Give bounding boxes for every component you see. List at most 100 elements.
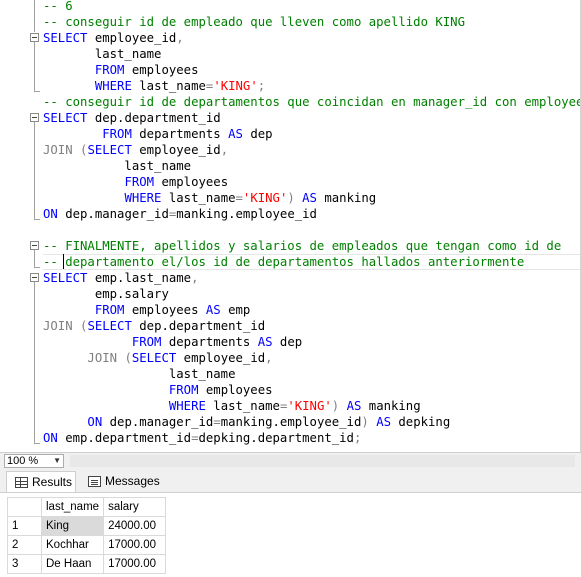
code-token: last_name xyxy=(43,367,236,381)
code-token: 'KING' xyxy=(287,399,332,413)
code-token: JOIN xyxy=(43,319,73,333)
editor-gutter xyxy=(0,0,42,452)
grid-icon xyxy=(15,477,28,488)
code-token: AS xyxy=(228,127,243,141)
code-line[interactable]: WHERE last_name='KING') AS manking xyxy=(43,398,421,414)
code-token: , xyxy=(220,143,229,157)
zoom-value: 100 % xyxy=(7,455,39,467)
outline-end xyxy=(34,443,40,444)
code-token: SELECT xyxy=(43,111,88,125)
tab-messages[interactable]: Messages xyxy=(80,471,160,492)
row-number[interactable]: 3 xyxy=(7,554,42,574)
code-line[interactable]: SELECT employee_id, xyxy=(43,30,184,46)
code-token: WHERE xyxy=(124,191,162,205)
table-row[interactable]: 1 King 24000.00 xyxy=(7,516,167,536)
code-token: dep.department_id xyxy=(131,319,266,333)
outline-end xyxy=(34,219,40,220)
code-line[interactable]: ON dep.manager_id=manking.employee_id xyxy=(43,206,317,222)
code-line[interactable]: last_name xyxy=(43,46,162,62)
code-token: -- conseguir id de departamentos que coi… xyxy=(43,95,581,109)
table-cell[interactable]: King xyxy=(40,516,105,536)
row-number-header[interactable] xyxy=(7,497,42,517)
code-token: employees xyxy=(124,63,199,77)
code-token: last_name xyxy=(43,159,192,173)
code-line[interactable]: ON dep.manager_id=manking.employee_id) A… xyxy=(43,414,450,430)
column-header[interactable]: last_name xyxy=(40,497,105,517)
code-token: manking.employee_id xyxy=(176,207,317,221)
code-token: dep.manager_id xyxy=(102,415,214,429)
code-token: ( xyxy=(117,351,132,365)
code-token: WHERE xyxy=(168,399,206,413)
table-row[interactable]: 2 Kochhar 17000.00 xyxy=(7,535,167,555)
code-line[interactable]: -- conseguir id de departamentos que coi… xyxy=(43,94,581,110)
query-editor[interactable]: -- 6 -- conseguir id de empleado que llev… xyxy=(0,0,581,452)
code-token: emp.department_id xyxy=(57,431,192,445)
row-number[interactable]: 1 xyxy=(7,516,42,536)
code-line[interactable]: FROM employees xyxy=(43,62,199,78)
table-cell[interactable]: 17000.00 xyxy=(103,554,167,574)
code-token: JOIN xyxy=(87,351,118,365)
code-line[interactable]: -- 6 xyxy=(43,0,73,14)
code-token: SELECT xyxy=(131,351,177,365)
code-token: employees xyxy=(124,303,206,317)
tab-results[interactable]: Results xyxy=(6,471,76,492)
code-token: employee_id xyxy=(87,31,177,45)
code-token: ( xyxy=(72,143,88,157)
code-line[interactable]: last_name xyxy=(43,366,236,382)
collapse-icon[interactable] xyxy=(30,241,39,250)
code-token: ) xyxy=(287,191,303,205)
code-line[interactable]: -- conseguir id de empleado que lleven c… xyxy=(43,14,465,30)
code-line[interactable]: FROM employees AS emp xyxy=(43,302,251,318)
collapse-icon[interactable] xyxy=(30,273,39,282)
code-token: departments xyxy=(131,127,229,141)
code-token: -- FINALMENTE, apellidos y salarios de e… xyxy=(43,239,562,253)
code-line[interactable]: -- departamento el/los id de departament… xyxy=(43,254,524,270)
code-token: manking xyxy=(361,399,421,413)
code-token: ON xyxy=(43,431,58,445)
collapse-icon[interactable] xyxy=(30,33,39,42)
code-line[interactable]: WHERE last_name='KING') AS manking xyxy=(43,190,376,206)
code-token: SELECT xyxy=(87,143,132,157)
collapse-icon[interactable] xyxy=(30,113,39,122)
row-number[interactable]: 2 xyxy=(7,535,42,555)
code-line[interactable]: last_name xyxy=(43,158,191,174)
table-row[interactable]: 3 De Haan 17000.00 xyxy=(7,554,167,574)
zoom-dropdown[interactable]: 100 % ▼ xyxy=(4,454,64,468)
code-line[interactable]: FROM employees xyxy=(43,174,228,190)
code-token: depking xyxy=(391,415,451,429)
code-line[interactable]: FROM departments AS dep xyxy=(43,334,302,350)
code-token: ( xyxy=(72,319,88,333)
code-line[interactable]: JOIN (SELECT employee_id, xyxy=(43,142,228,158)
table-cell[interactable]: De Haan xyxy=(40,554,105,574)
code-line[interactable]: FROM employees xyxy=(43,382,273,398)
horizontal-scrollbar[interactable] xyxy=(70,455,575,467)
code-line[interactable]: emp.salary xyxy=(43,286,169,302)
code-line[interactable]: ON emp.department_id=depking.department_… xyxy=(43,430,361,446)
code-token: AS xyxy=(376,415,391,429)
code-line[interactable]: SELECT dep.department_id xyxy=(43,110,221,126)
table-cell[interactable]: 24000.00 xyxy=(103,516,167,536)
code-token: FROM xyxy=(131,335,162,349)
code-token: employees xyxy=(154,175,229,189)
table-cell[interactable]: 17000.00 xyxy=(103,535,167,555)
code-line[interactable]: -- FINALMENTE, apellidos y salarios de e… xyxy=(43,238,561,254)
code-token: last_name xyxy=(131,79,206,93)
code-line[interactable]: FROM departments AS dep xyxy=(43,126,272,142)
code-token: FROM xyxy=(102,127,132,141)
code-line[interactable]: JOIN (SELECT dep.department_id xyxy=(43,318,265,334)
code-token: employee_id xyxy=(131,143,221,157)
results-grid[interactable]: last_name salary 1 King 24000.00 2 Kochh… xyxy=(7,497,167,574)
results-grid-panel: last_name salary 1 King 24000.00 2 Kochh… xyxy=(0,493,581,577)
code-line[interactable]: WHERE last_name='KING'; xyxy=(43,78,265,94)
code-token: JOIN xyxy=(43,143,73,157)
chevron-down-icon[interactable]: ▼ xyxy=(53,457,61,465)
table-cell[interactable]: Kochhar xyxy=(40,535,105,555)
code-line[interactable]: SELECT emp.last_name, xyxy=(43,270,198,286)
column-header[interactable]: salary xyxy=(103,497,167,517)
code-token: AS xyxy=(346,399,362,413)
code-line[interactable]: JOIN (SELECT employee_id, xyxy=(43,350,272,366)
